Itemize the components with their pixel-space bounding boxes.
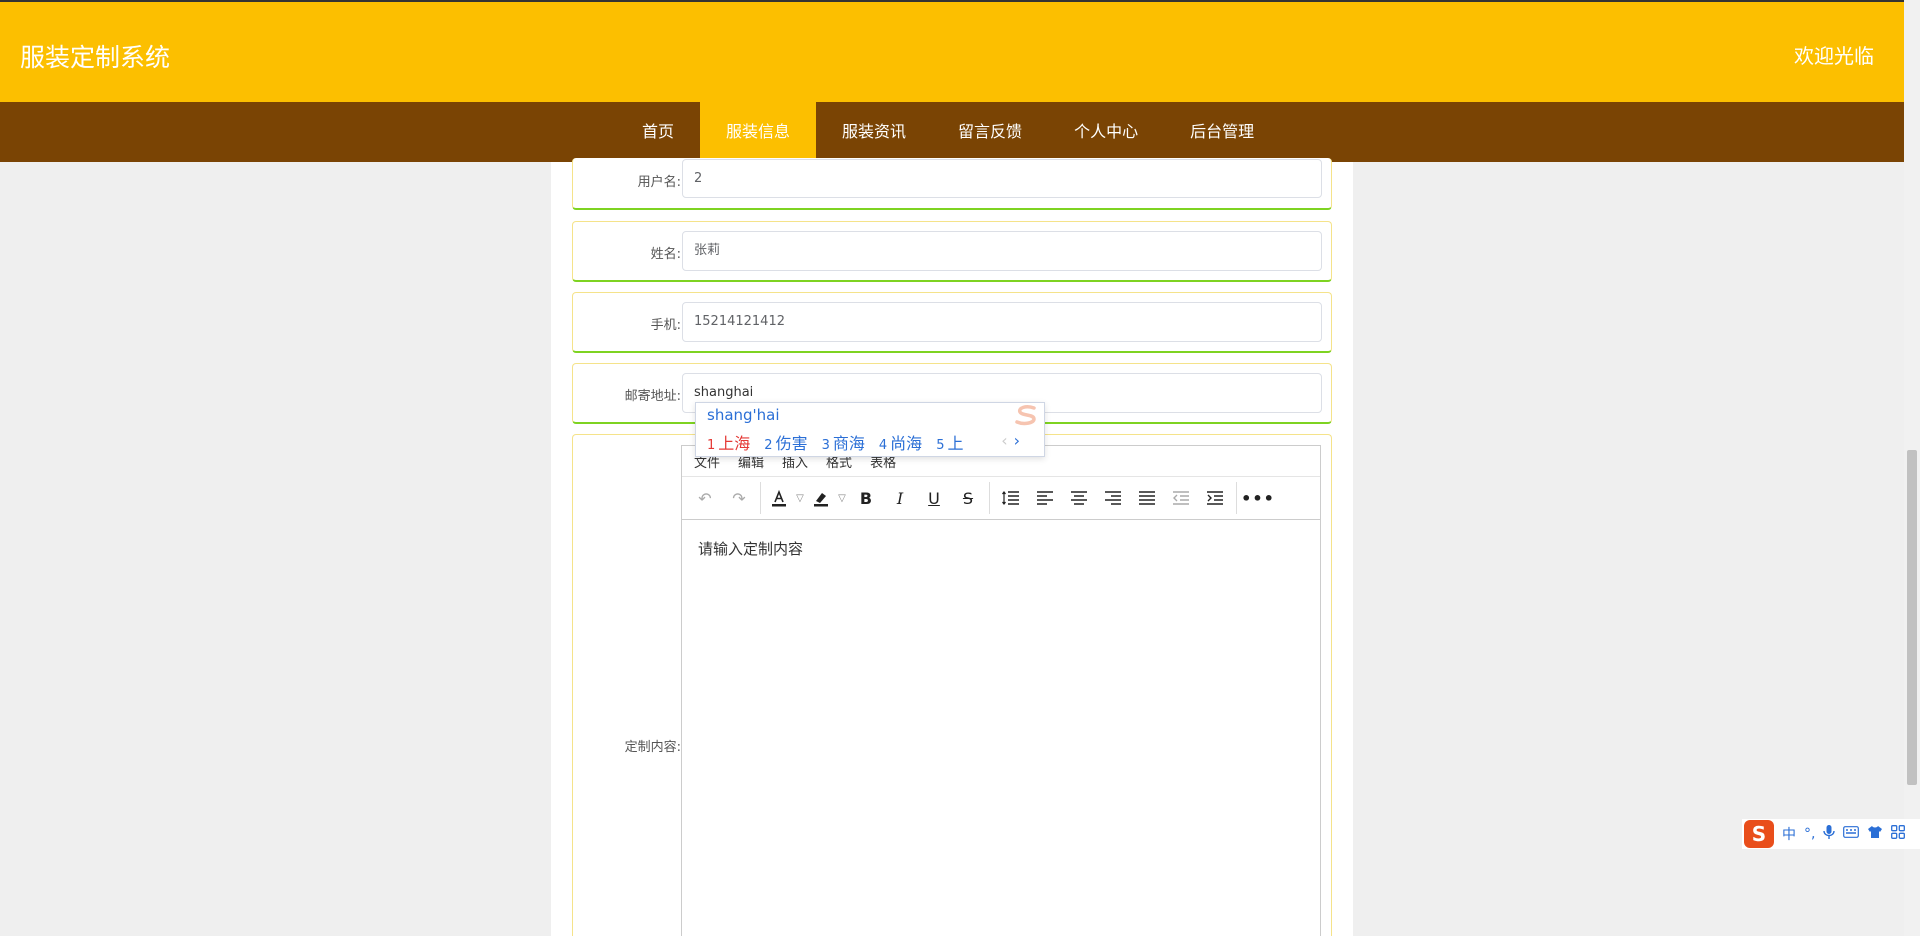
ime-logo-icon[interactable]: S: [1744, 820, 1774, 848]
editor-body[interactable]: 请输入定制内容: [682, 520, 1320, 577]
ime-punctuation-toggle[interactable]: °,: [1804, 826, 1815, 842]
ime-status-toolbar: S 中 °,: [1742, 819, 1920, 849]
chevron-down-icon[interactable]: ▽: [835, 493, 849, 504]
editor-placeholder: 请输入定制内容: [698, 540, 804, 558]
ime-candidate[interactable]: 4 尚海: [879, 430, 922, 454]
ime-logo-watermark-icon: [1012, 404, 1042, 428]
ime-candidate[interactable]: 2 伤害: [764, 430, 807, 454]
toolbar-separator: [760, 482, 761, 514]
ime-prev-icon[interactable]: ‹: [1001, 431, 1007, 450]
ime-pinyin: shang'hai: [707, 406, 780, 424]
ime-page-arrows: ‹ ›: [1001, 431, 1020, 450]
site-title: 服装定制系统: [20, 43, 171, 72]
bold-icon[interactable]: B: [849, 482, 883, 514]
ime-mode-toggle[interactable]: 中: [1782, 824, 1796, 844]
nav-item-admin[interactable]: 后台管理: [1164, 102, 1280, 162]
ime-candidate[interactable]: 1 上海: [707, 430, 750, 454]
name-input[interactable]: 张莉: [682, 231, 1322, 271]
form-row-name: 姓名: 张莉: [572, 221, 1332, 282]
ime-candidates: 1 上海 2 伤害 3 商海 4 尚海 5上: [707, 430, 977, 454]
ime-candidate[interactable]: 3 商海: [822, 430, 865, 454]
more-icon[interactable]: •••: [1241, 482, 1275, 514]
highlight-color-icon[interactable]: [807, 482, 835, 514]
form-row-username: 用户名: 2: [572, 158, 1332, 210]
username-input[interactable]: 2: [682, 159, 1322, 198]
site-header: 服装定制系统 欢迎光临: [0, 0, 1904, 102]
nav-item-clothing-news[interactable]: 服装资讯: [816, 102, 932, 162]
phone-label: 手机:: [650, 318, 681, 333]
indent-icon[interactable]: [1198, 482, 1232, 514]
grid-icon[interactable]: [1891, 825, 1906, 843]
strikethrough-icon[interactable]: S: [951, 482, 985, 514]
line-height-icon[interactable]: [994, 482, 1028, 514]
nav-item-clothing-info[interactable]: 服装信息: [700, 102, 817, 162]
outdent-icon[interactable]: [1164, 482, 1198, 514]
ime-candidate-popup: shang'hai 1 上海 2 伤害 3 商海 4 尚海 5上 ‹ ›: [695, 402, 1045, 457]
microphone-icon[interactable]: [1823, 824, 1836, 844]
align-center-icon[interactable]: [1062, 482, 1096, 514]
content-label: 定制内容:: [624, 740, 681, 755]
align-right-icon[interactable]: [1096, 482, 1130, 514]
align-left-icon[interactable]: [1028, 482, 1062, 514]
redo-icon[interactable]: ↷: [722, 482, 756, 514]
toolbar-separator: [1236, 482, 1237, 514]
keyboard-icon[interactable]: [1843, 826, 1860, 842]
nav-item-feedback[interactable]: 留言反馈: [932, 102, 1048, 162]
nav-item-personal-center[interactable]: 个人中心: [1048, 102, 1164, 162]
align-justify-icon[interactable]: [1130, 482, 1164, 514]
address-label: 邮寄地址:: [624, 389, 681, 404]
chevron-down-icon[interactable]: ▽: [793, 493, 807, 504]
phone-input[interactable]: 15214121412: [682, 302, 1322, 342]
text-color-control: ▽: [765, 482, 807, 514]
name-label: 姓名:: [650, 247, 681, 262]
form-row-phone: 手机: 15214121412: [572, 292, 1332, 353]
italic-icon[interactable]: I: [883, 482, 917, 514]
highlight-color-control: ▽: [807, 482, 849, 514]
rich-text-editor: 文件 编辑 插入 格式 表格 ↶ ↷ ▽ ▽ B I U S ••• 请输入定制…: [681, 445, 1321, 936]
main-nav: 首页 服装信息 服装资讯 留言反馈 个人中心 后台管理: [0, 102, 1904, 162]
underline-icon[interactable]: U: [917, 482, 951, 514]
page-scrollbar-thumb[interactable]: [1907, 450, 1917, 785]
ime-candidate[interactable]: 5上: [936, 430, 963, 454]
undo-icon[interactable]: ↶: [688, 482, 722, 514]
toolbar-separator: [989, 482, 990, 514]
nav-item-home[interactable]: 首页: [616, 102, 700, 162]
text-color-icon[interactable]: [765, 482, 793, 514]
username-label: 用户名:: [637, 175, 681, 190]
welcome-text: 欢迎光临: [1794, 44, 1874, 68]
editor-toolbar: ↶ ↷ ▽ ▽ B I U S •••: [682, 476, 1320, 520]
ime-next-icon[interactable]: ›: [1014, 431, 1020, 450]
skin-icon[interactable]: [1867, 825, 1883, 843]
